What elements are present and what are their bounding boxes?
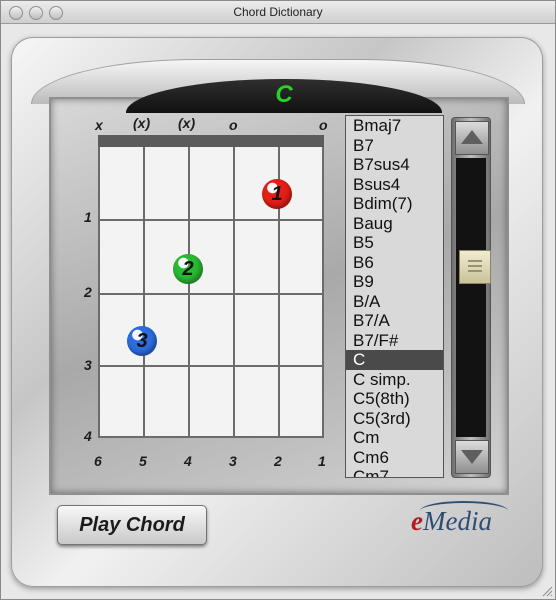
resize-grip-icon[interactable] [541, 585, 553, 597]
string-marker-6: x [95, 117, 103, 133]
chord-list-item[interactable]: B6 [346, 253, 443, 273]
chord-list-item[interactable]: B7 [346, 136, 443, 156]
chord-list-item[interactable]: Bdim(7) [346, 194, 443, 214]
chord-list-item[interactable]: B7/F# [346, 331, 443, 351]
chord-list-item[interactable]: B7sus4 [346, 155, 443, 175]
chord-list-item[interactable]: C5(8th) [346, 389, 443, 409]
finger-dot-1: 1 [262, 179, 292, 209]
string-marker-4: (x) [178, 115, 196, 131]
fret-line-1 [98, 219, 324, 221]
chord-list-item[interactable]: Bsus4 [346, 175, 443, 195]
string-number-2: 2 [274, 453, 282, 469]
fret-line-2 [98, 293, 324, 295]
scroll-down-arrow-icon[interactable] [455, 440, 489, 474]
emedia-logo: eMedia [411, 501, 508, 548]
scroll-up-arrow-icon[interactable] [455, 121, 489, 155]
chord-list-item[interactable]: C simp. [346, 370, 443, 390]
chord-list-item[interactable]: C [346, 350, 443, 370]
chord-list-scrollbar[interactable] [451, 117, 491, 478]
chord-list-item[interactable]: B/A [346, 292, 443, 312]
string-number-1: 1 [318, 453, 326, 469]
string-marker-1: o [319, 117, 328, 133]
chord-list-item[interactable]: B7/A [346, 311, 443, 331]
chord-list-item[interactable]: B5 [346, 233, 443, 253]
chord-list-item[interactable]: B9 [346, 272, 443, 292]
fret-number-4: 4 [84, 428, 92, 444]
window-title: Chord Dictionary [233, 5, 323, 19]
finger-dot-3: 3 [127, 326, 157, 356]
scroll-thumb[interactable] [459, 250, 491, 284]
fretboard-nut [98, 135, 324, 147]
string-marker-3: o [229, 117, 238, 133]
chord-list-item[interactable]: Cm7 [346, 467, 443, 477]
fret-number-1: 1 [84, 209, 92, 225]
string-marker-5: (x) [133, 115, 151, 131]
chord-name: C [275, 81, 293, 108]
chord-list-item[interactable]: Cm [346, 428, 443, 448]
chord-dictionary-window: Chord Dictionary C x (x) (x) o o 1 2 3 4… [0, 0, 556, 600]
finger-dot-2: 2 [173, 254, 203, 284]
thumb-grip-line [468, 270, 482, 272]
chord-list[interactable]: Bmaj7 B7 B7sus4 Bsus4 Bdim(7) Baug B5 B6 B9 B/A B7… [345, 115, 444, 478]
thumb-grip-line [468, 265, 482, 267]
chord-name-banner: C [126, 79, 442, 113]
fret-line-3 [98, 365, 324, 367]
string-number-4: 4 [184, 453, 192, 469]
fret-number-2: 2 [84, 284, 92, 300]
chord-list-item[interactable]: Cm6 [346, 448, 443, 468]
string-number-6: 6 [94, 453, 102, 469]
fret-line-4 [98, 436, 324, 438]
play-chord-button[interactable]: Play Chord [57, 505, 207, 545]
chord-list-item[interactable]: C5(3rd) [346, 409, 443, 429]
chord-list-item[interactable]: Baug [346, 214, 443, 234]
scroll-track[interactable] [456, 158, 491, 437]
string-number-5: 5 [139, 453, 147, 469]
titlebar: Chord Dictionary [1, 1, 555, 24]
thumb-grip-line [468, 260, 482, 262]
string-number-3: 3 [229, 453, 237, 469]
chord-list-item[interactable]: Bmaj7 [346, 116, 443, 136]
logo-arc [420, 501, 508, 521]
fret-number-3: 3 [84, 357, 92, 373]
